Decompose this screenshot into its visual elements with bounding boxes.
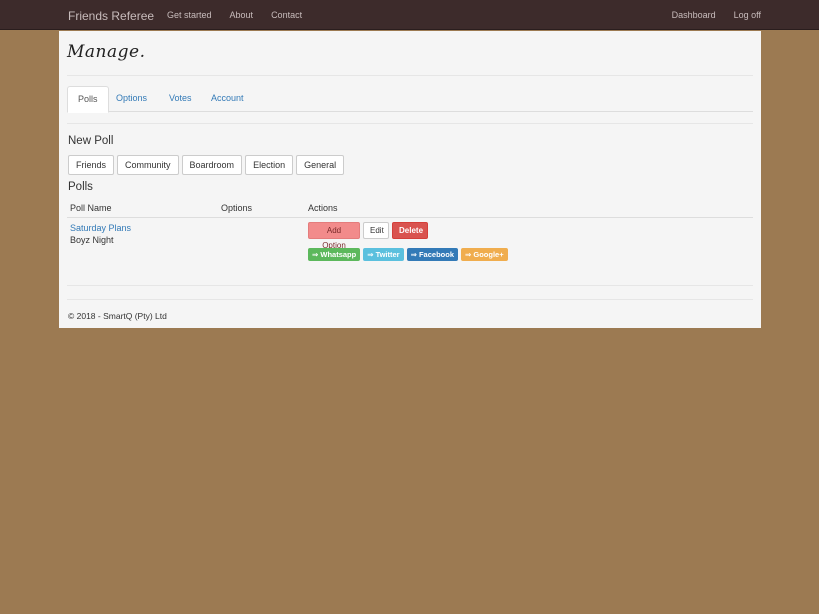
polls-heading: Polls — [68, 181, 93, 193]
delete-poll-button[interactable]: Delete — [392, 222, 428, 239]
divider — [67, 299, 753, 300]
share-whatsapp-button[interactable]: ⇒ Whatsapp — [308, 248, 361, 261]
top-navbar: Friends Referee Get started About Contac… — [0, 0, 819, 30]
new-poll-boardroom-button[interactable]: Boardroom — [181, 155, 243, 175]
divider — [67, 285, 753, 286]
share-facebook-button[interactable]: ⇒ Facebook — [406, 248, 458, 261]
divider — [67, 123, 753, 124]
new-poll-community-button[interactable]: Community — [117, 155, 179, 175]
column-header-options: Options — [221, 203, 253, 213]
tab-votes[interactable]: Votes — [159, 86, 202, 112]
tab-account[interactable]: Account — [201, 86, 254, 112]
share-google-button[interactable]: ⇒ Google+ — [461, 248, 508, 261]
nav-contact[interactable]: Contact — [271, 10, 302, 20]
nav-right: Dashboard Log off — [672, 10, 761, 20]
nav-left: Get started About Contact — [167, 10, 302, 20]
nav-get-started[interactable]: Get started — [167, 10, 212, 20]
share-buttons: ⇒ Whatsapp ⇒ Twitter ⇒ Facebook ⇒ Google… — [308, 248, 508, 261]
page-title: Manage. — [67, 42, 146, 62]
poll-type-buttons: Friends Community Boardroom Election Gen… — [68, 155, 345, 175]
new-poll-general-button[interactable]: General — [296, 155, 345, 175]
tab-options[interactable]: Options — [106, 86, 157, 112]
tab-polls[interactable]: Polls — [67, 86, 109, 113]
edit-poll-button[interactable]: Edit — [363, 222, 389, 239]
add-option-button[interactable]: Add Option — [308, 222, 360, 250]
brand-link[interactable]: Friends Referee — [68, 9, 154, 23]
table-header-divider — [67, 217, 753, 218]
nav-log-off[interactable]: Log off — [734, 10, 761, 20]
poll-actions: Add Option Edit Delete — [308, 222, 428, 250]
nav-about[interactable]: About — [230, 10, 254, 20]
poll-subtitle: Boyz Night — [70, 235, 114, 245]
tab-bar: Polls Options Votes Account — [67, 86, 753, 113]
main-panel: Manage. Polls Options Votes Account New … — [59, 31, 761, 328]
column-header-actions: Actions — [308, 203, 338, 213]
share-twitter-button[interactable]: ⇒ Twitter — [363, 248, 404, 261]
new-poll-friends-button[interactable]: Friends — [68, 155, 115, 175]
poll-name-link[interactable]: Saturday Plans — [70, 223, 131, 233]
nav-dashboard[interactable]: Dashboard — [672, 10, 716, 20]
footer-copyright: © 2018 - SmartQ (Pty) Ltd — [68, 311, 167, 321]
column-header-poll-name: Poll Name — [70, 203, 112, 213]
new-poll-election-button[interactable]: Election — [245, 155, 294, 175]
divider — [67, 75, 753, 76]
new-poll-heading: New Poll — [68, 135, 114, 147]
